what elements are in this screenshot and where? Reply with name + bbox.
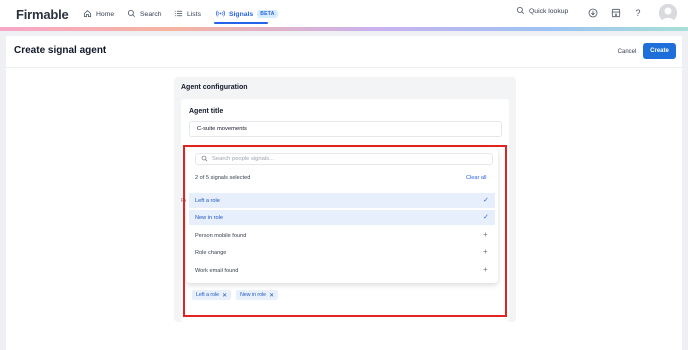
signal-chip: New in role ✕ xyxy=(236,290,279,300)
search-icon xyxy=(516,6,525,17)
header-gradient-bar xyxy=(0,27,688,31)
nav-home-label: Home xyxy=(96,10,115,18)
nav-signals[interactable]: Signals BETA xyxy=(216,6,278,22)
selected-count: 2 of 5 signals selected xyxy=(195,175,251,181)
close-icon[interactable]: ✕ xyxy=(269,292,274,299)
firmable-logo[interactable]: Firmable xyxy=(16,7,69,22)
signals-icon xyxy=(216,9,225,20)
agent-title-label: Agent title xyxy=(189,108,224,115)
search-icon xyxy=(127,9,136,20)
cancel-button[interactable]: Cancel xyxy=(611,45,643,59)
create-button[interactable]: Create xyxy=(643,43,676,59)
check-icon: ✓ xyxy=(483,197,489,204)
nav-lists-label: Lists xyxy=(187,10,201,18)
clear-all-button[interactable]: Clear all xyxy=(466,175,487,181)
close-icon[interactable]: ✕ xyxy=(222,292,227,299)
nav-search[interactable]: Search xyxy=(127,6,162,22)
download-icon[interactable] xyxy=(587,7,599,19)
quick-lookup-label: Quick lookup xyxy=(529,8,569,15)
nav-lists[interactable]: Lists xyxy=(174,6,201,22)
chip-label: Left a role xyxy=(196,292,220,298)
home-icon xyxy=(83,9,92,20)
signal-option[interactable]: Left a role ✓ xyxy=(189,193,495,208)
signal-search-input[interactable]: Search people signals... xyxy=(195,153,493,165)
top-nav: Firmable Home Search Lists Signals BETA … xyxy=(0,0,688,27)
signal-option[interactable]: Person mobile found + xyxy=(189,228,495,243)
agent-title-input[interactable]: C-suite movements xyxy=(189,121,502,137)
list-icon xyxy=(174,9,183,20)
search-icon xyxy=(201,155,208,164)
section-title: Agent configuration xyxy=(181,84,248,91)
quick-lookup-button[interactable]: Quick lookup xyxy=(516,6,568,17)
plus-icon: + xyxy=(483,247,488,256)
signal-option-label: New in role xyxy=(195,214,223,221)
check-icon: ✓ xyxy=(483,214,489,221)
selected-signal-chips: Left a role ✕ New in role ✕ xyxy=(192,290,279,300)
chip-label: New in role xyxy=(240,292,267,298)
header-divider xyxy=(6,67,682,68)
nav-home[interactable]: Home xyxy=(83,6,114,22)
plus-icon: + xyxy=(483,230,488,239)
signal-option[interactable]: New in role ✓ xyxy=(189,210,495,225)
avatar[interactable] xyxy=(659,4,677,22)
plus-icon: + xyxy=(483,265,488,274)
signal-option[interactable]: Work email found + xyxy=(189,263,495,278)
active-tab-indicator xyxy=(214,22,268,24)
nav-signals-label: Signals xyxy=(229,10,254,18)
search-placeholder: Search people signals... xyxy=(212,156,274,162)
signal-option-label: Left a role xyxy=(195,197,220,204)
help-icon[interactable]: ? xyxy=(632,7,644,19)
export-icon[interactable] xyxy=(610,7,622,19)
signal-option-label: Work email found xyxy=(195,267,239,274)
beta-badge: BETA xyxy=(257,10,278,18)
page-title: Create signal agent xyxy=(14,45,107,56)
signal-option-label: Role change xyxy=(195,249,227,256)
signal-option[interactable]: Role change + xyxy=(189,245,495,260)
signal-option-label: Person mobile found xyxy=(195,232,247,239)
signals-dropdown: Search people signals... 2 of 5 signals … xyxy=(186,148,498,283)
nav-search-label: Search xyxy=(140,10,162,18)
signal-chip: Left a role ✕ xyxy=(192,290,232,300)
